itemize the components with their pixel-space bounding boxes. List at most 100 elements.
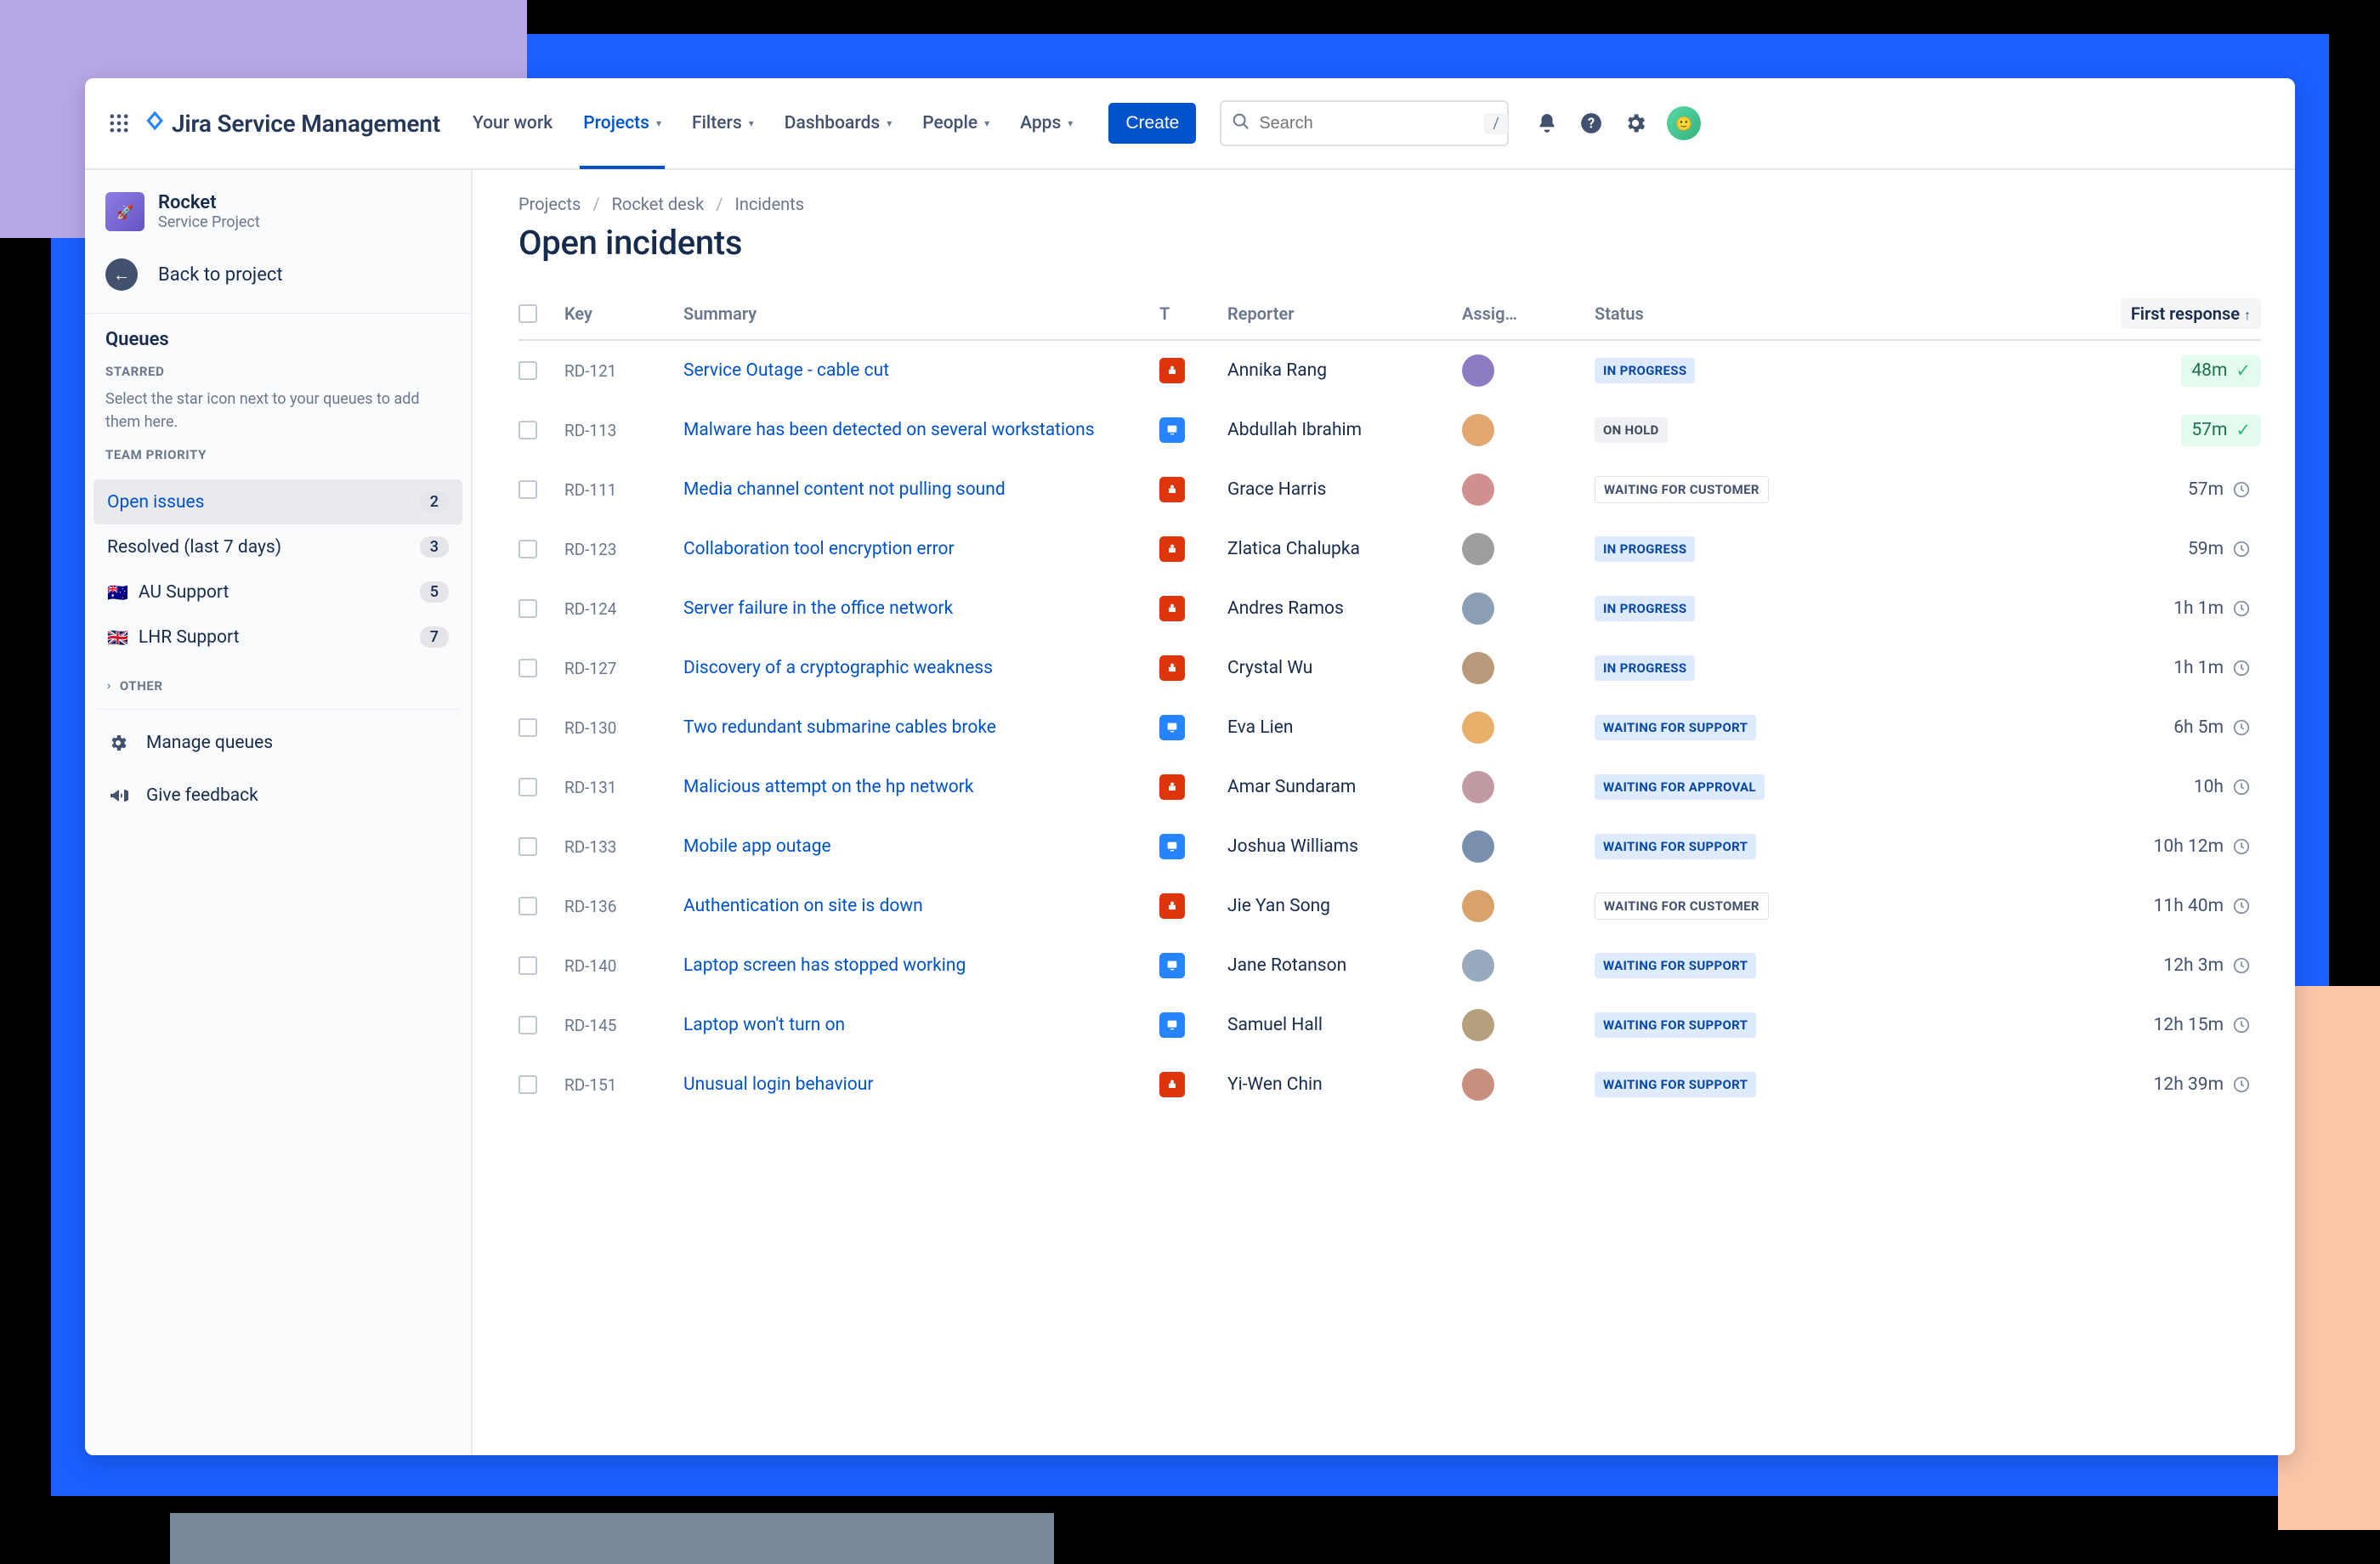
breadcrumb-projects[interactable]: Projects <box>518 194 581 214</box>
assignee-avatar[interactable] <box>1462 771 1494 803</box>
issue-summary-link[interactable]: Laptop won't turn on <box>683 1015 845 1035</box>
user-avatar[interactable]: 🙂 <box>1667 106 1701 140</box>
queue-item[interactable]: 🇦🇺 AU Support 5 <box>94 570 462 615</box>
nav-dashboards[interactable]: Dashboards▾ <box>769 78 907 169</box>
status-badge[interactable]: IN PROGRESS <box>1595 358 1695 383</box>
status-badge[interactable]: WAITING FOR SUPPORT <box>1595 1072 1756 1097</box>
nav-people[interactable]: People▾ <box>907 78 1005 169</box>
th-assignee[interactable]: Assig… <box>1462 303 1595 324</box>
issue-summary-link[interactable]: Mobile app outage <box>683 836 831 857</box>
project-header[interactable]: 🚀 Rocket Service Project <box>85 170 471 243</box>
row-checkbox[interactable] <box>518 659 537 677</box>
status-badge[interactable]: WAITING FOR SUPPORT <box>1595 953 1756 978</box>
th-first-response[interactable]: First response ↑ <box>2121 298 2261 329</box>
assignee-avatar[interactable] <box>1462 1009 1494 1041</box>
issue-key[interactable]: RD-113 <box>564 421 683 440</box>
breadcrumb-incidents[interactable]: Incidents <box>734 194 804 214</box>
assignee-avatar[interactable] <box>1462 414 1494 446</box>
assignee-avatar[interactable] <box>1462 652 1494 684</box>
status-badge[interactable]: WAITING FOR CUSTOMER <box>1595 476 1769 503</box>
issue-key[interactable]: RD-131 <box>564 778 683 797</box>
nav-your-work[interactable]: Your work <box>457 78 568 169</box>
issue-key[interactable]: RD-151 <box>564 1075 683 1095</box>
row-checkbox[interactable] <box>518 540 537 558</box>
row-checkbox[interactable] <box>518 778 537 796</box>
assignee-avatar[interactable] <box>1462 711 1494 744</box>
issue-key[interactable]: RD-145 <box>564 1016 683 1035</box>
th-summary[interactable]: Summary <box>683 303 1159 324</box>
status-badge[interactable]: IN PROGRESS <box>1595 536 1695 562</box>
th-reporter[interactable]: Reporter <box>1227 303 1462 324</box>
search-box[interactable]: / <box>1220 100 1509 146</box>
row-checkbox[interactable] <box>518 421 537 439</box>
other-section-toggle[interactable]: › OTHER <box>85 663 471 702</box>
row-checkbox[interactable] <box>518 480 537 499</box>
status-badge[interactable]: WAITING FOR SUPPORT <box>1595 834 1756 859</box>
status-badge[interactable]: IN PROGRESS <box>1595 596 1695 621</box>
issue-key[interactable]: RD-136 <box>564 897 683 916</box>
issue-summary-link[interactable]: Unusual login behaviour <box>683 1074 873 1095</box>
row-checkbox[interactable] <box>518 361 537 380</box>
app-switcher-icon[interactable] <box>104 108 134 139</box>
assignee-avatar[interactable] <box>1462 473 1494 506</box>
status-badge[interactable]: ON HOLD <box>1595 417 1668 443</box>
row-checkbox[interactable] <box>518 718 537 737</box>
th-type[interactable]: T <box>1159 303 1227 324</box>
search-input[interactable] <box>1259 114 1484 133</box>
queue-item[interactable]: Resolved (last 7 days) 3 <box>94 524 462 570</box>
product-logo[interactable]: Jira Service Management <box>144 109 440 139</box>
give-feedback[interactable]: Give feedback <box>85 769 471 822</box>
select-all-checkbox[interactable] <box>518 304 537 323</box>
status-badge[interactable]: IN PROGRESS <box>1595 655 1695 681</box>
issue-summary-link[interactable]: Discovery of a cryptographic weakness <box>683 658 993 678</box>
assignee-avatar[interactable] <box>1462 830 1494 863</box>
row-checkbox[interactable] <box>518 599 537 618</box>
issue-summary-link[interactable]: Server failure in the office network <box>683 598 953 619</box>
issue-summary-link[interactable]: Service Outage - cable cut <box>683 360 889 381</box>
manage-queues[interactable]: Manage queues <box>85 717 471 769</box>
issue-key[interactable]: RD-123 <box>564 540 683 559</box>
nav-filters[interactable]: Filters▾ <box>677 78 769 169</box>
status-badge[interactable]: WAITING FOR APPROVAL <box>1595 774 1765 800</box>
issue-summary-link[interactable]: Malicious attempt on the hp network <box>683 777 974 797</box>
help-icon[interactable]: ? <box>1578 110 1604 136</box>
issue-summary-link[interactable]: Authentication on site is down <box>683 896 923 916</box>
assignee-avatar[interactable] <box>1462 949 1494 982</box>
issue-key[interactable]: RD-127 <box>564 659 683 678</box>
issue-key[interactable]: RD-133 <box>564 837 683 857</box>
issue-key[interactable]: RD-111 <box>564 480 683 500</box>
back-to-project[interactable]: ← Back to project <box>85 243 471 314</box>
issue-key[interactable]: RD-130 <box>564 718 683 738</box>
nav-apps[interactable]: Apps▾ <box>1005 78 1088 169</box>
settings-icon[interactable] <box>1623 110 1648 136</box>
assignee-avatar[interactable] <box>1462 354 1494 387</box>
issue-summary-link[interactable]: Laptop screen has stopped working <box>683 955 966 976</box>
row-checkbox[interactable] <box>518 956 537 975</box>
th-key[interactable]: Key <box>564 303 683 324</box>
nav-projects[interactable]: Projects▾ <box>568 78 677 169</box>
status-badge[interactable]: WAITING FOR SUPPORT <box>1595 715 1756 740</box>
row-checkbox[interactable] <box>518 1075 537 1094</box>
issue-key[interactable]: RD-124 <box>564 599 683 619</box>
assignee-avatar[interactable] <box>1462 533 1494 565</box>
assignee-avatar[interactable] <box>1462 1068 1494 1101</box>
issue-summary-link[interactable]: Media channel content not pulling sound <box>683 479 1006 500</box>
assignee-avatar[interactable] <box>1462 592 1494 625</box>
issue-summary-link[interactable]: Malware has been detected on several wor… <box>683 420 1095 440</box>
issue-summary-link[interactable]: Collaboration tool encryption error <box>683 539 955 559</box>
create-button[interactable]: Create <box>1108 103 1196 144</box>
row-checkbox[interactable] <box>518 897 537 915</box>
row-checkbox[interactable] <box>518 1016 537 1034</box>
queue-item[interactable]: Open issues 2 <box>94 479 462 524</box>
assignee-avatar[interactable] <box>1462 890 1494 922</box>
notifications-icon[interactable] <box>1534 110 1560 136</box>
th-status[interactable]: Status <box>1595 303 1884 324</box>
row-checkbox[interactable] <box>518 837 537 856</box>
issue-summary-link[interactable]: Two redundant submarine cables broke <box>683 717 996 738</box>
issue-key[interactable]: RD-121 <box>564 361 683 381</box>
status-badge[interactable]: WAITING FOR SUPPORT <box>1595 1012 1756 1038</box>
status-badge[interactable]: WAITING FOR CUSTOMER <box>1595 892 1769 920</box>
breadcrumb-desk[interactable]: Rocket desk <box>612 194 705 214</box>
queue-item[interactable]: 🇬🇧 LHR Support 7 <box>94 615 462 660</box>
issue-key[interactable]: RD-140 <box>564 956 683 976</box>
